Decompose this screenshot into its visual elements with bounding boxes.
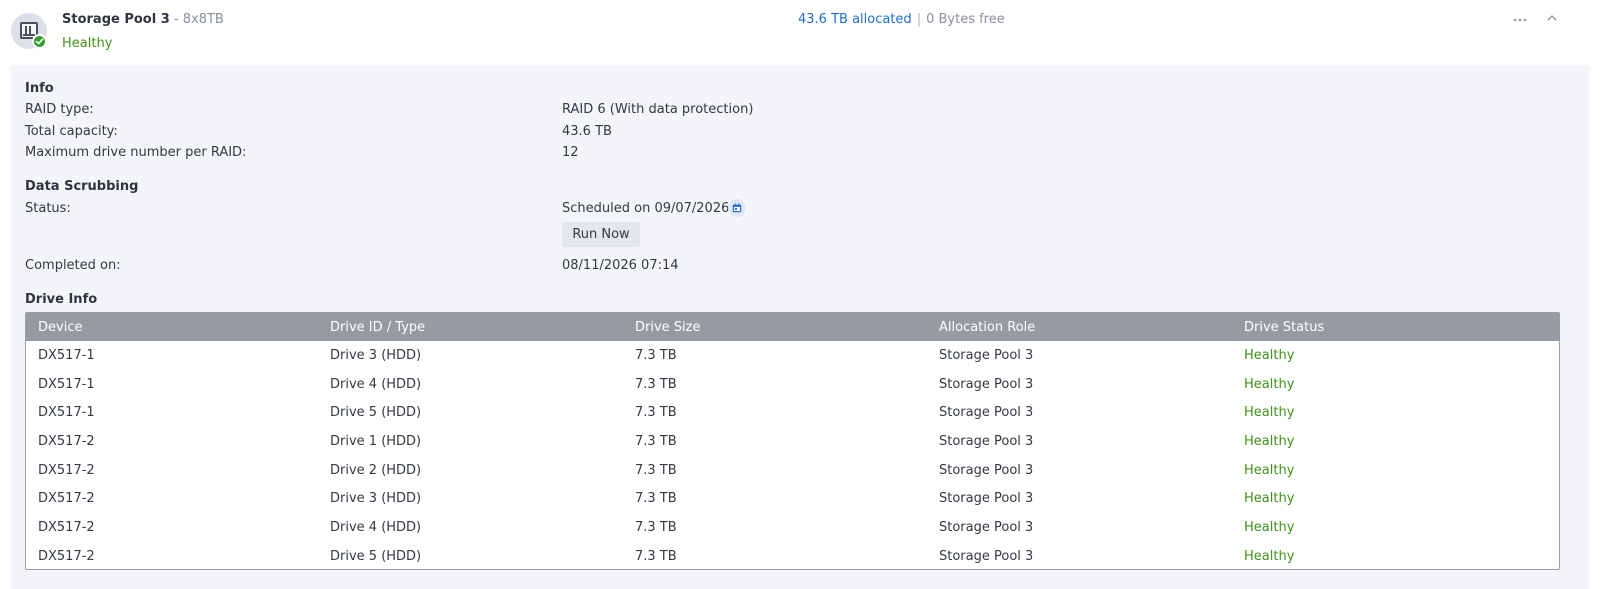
cell-drive-status: Healthy bbox=[1244, 347, 1295, 363]
pool-status: Healthy bbox=[62, 36, 113, 51]
cell-allocation-role: Storage Pool 3 bbox=[939, 519, 1034, 535]
chevron-up-icon[interactable] bbox=[1545, 12, 1559, 24]
cell-drive-status: Healthy bbox=[1244, 519, 1295, 535]
cell-allocation-role: Storage Pool 3 bbox=[939, 548, 1034, 564]
total-capacity-label: Total capacity: bbox=[25, 124, 118, 139]
cell-allocation-role: Storage Pool 3 bbox=[939, 405, 1034, 421]
table-row[interactable]: DX517-1 Drive 5 (HDD) 7.3 TB Storage Poo… bbox=[26, 398, 1559, 427]
table-header: Device Drive ID / Type Drive Size Alloca… bbox=[26, 313, 1559, 341]
table-row[interactable]: DX517-2 Drive 5 (HDD) 7.3 TB Storage Poo… bbox=[26, 542, 1559, 569]
cell-allocation-role: Storage Pool 3 bbox=[939, 462, 1034, 478]
cell-device: DX517-1 bbox=[38, 405, 95, 421]
cell-drive-id: Drive 1 (HDD) bbox=[330, 433, 422, 449]
pool-allocation: 43.6 TB allocated | 0 Bytes free bbox=[798, 12, 1005, 27]
cell-drive-size: 7.3 TB bbox=[635, 347, 677, 363]
info-section-title: Info bbox=[25, 81, 54, 96]
storage-pool-header[interactable]: Storage Pool 3 - 8x8TB Healthy 43.6 TB a… bbox=[0, 0, 1600, 66]
table-row[interactable]: DX517-2 Drive 4 (HDD) 7.3 TB Storage Poo… bbox=[26, 513, 1559, 542]
cell-allocation-role: Storage Pool 3 bbox=[939, 376, 1034, 392]
column-header-device[interactable]: Device bbox=[26, 320, 330, 335]
cell-drive-size: 7.3 TB bbox=[635, 405, 677, 421]
cell-drive-id: Drive 3 (HDD) bbox=[330, 347, 422, 363]
cell-drive-size: 7.3 TB bbox=[635, 376, 677, 392]
column-header-drive-id[interactable]: Drive ID / Type bbox=[330, 320, 635, 335]
cell-drive-status: Healthy bbox=[1244, 433, 1295, 449]
cell-allocation-role: Storage Pool 3 bbox=[939, 491, 1034, 507]
cell-device: DX517-2 bbox=[38, 548, 95, 564]
drive-info-section-title: Drive Info bbox=[25, 292, 98, 307]
drive-info-table: Device Drive ID / Type Drive Size Alloca… bbox=[25, 312, 1560, 570]
completed-on-label: Completed on: bbox=[25, 258, 121, 273]
raid-type-value: RAID 6 (With data protection) bbox=[562, 102, 754, 117]
run-now-button[interactable]: Run Now bbox=[562, 222, 640, 247]
cell-drive-id: Drive 4 (HDD) bbox=[330, 376, 422, 392]
scrubbing-status-label: Status: bbox=[25, 201, 71, 216]
cell-drive-size: 7.3 TB bbox=[635, 462, 677, 478]
cell-device: DX517-2 bbox=[38, 433, 95, 449]
column-header-allocation-role[interactable]: Allocation Role bbox=[939, 320, 1244, 335]
table-row[interactable]: DX517-1 Drive 3 (HDD) 7.3 TB Storage Poo… bbox=[26, 341, 1559, 370]
table-row[interactable]: DX517-1 Drive 4 (HDD) 7.3 TB Storage Poo… bbox=[26, 370, 1559, 399]
completed-on-value: 08/11/2026 07:14 bbox=[562, 258, 679, 273]
cell-drive-id: Drive 5 (HDD) bbox=[330, 405, 422, 421]
cell-allocation-role: Storage Pool 3 bbox=[939, 433, 1034, 449]
cell-allocation-role: Storage Pool 3 bbox=[939, 347, 1034, 363]
free-space: 0 Bytes free bbox=[926, 12, 1005, 27]
total-capacity-value: 43.6 TB bbox=[562, 124, 612, 139]
allocated-link[interactable]: 43.6 TB allocated bbox=[798, 12, 912, 27]
pool-title: Storage Pool 3 - 8x8TB bbox=[62, 12, 224, 27]
cell-drive-id: Drive 4 (HDD) bbox=[330, 519, 422, 535]
pool-spec: 8x8TB bbox=[182, 12, 224, 27]
cell-drive-status: Healthy bbox=[1244, 462, 1295, 478]
ellipsis-icon[interactable] bbox=[1507, 14, 1533, 26]
calendar-icon[interactable] bbox=[728, 199, 746, 217]
max-drive-label: Maximum drive number per RAID: bbox=[25, 145, 247, 160]
scrubbing-section-title: Data Scrubbing bbox=[25, 179, 139, 194]
raid-type-label: RAID type: bbox=[25, 102, 94, 117]
cell-drive-size: 7.3 TB bbox=[635, 519, 677, 535]
cell-drive-size: 7.3 TB bbox=[635, 491, 677, 507]
column-header-drive-status[interactable]: Drive Status bbox=[1244, 320, 1544, 335]
max-drive-value: 12 bbox=[562, 145, 579, 160]
cell-drive-size: 7.3 TB bbox=[635, 548, 677, 564]
cell-device: DX517-2 bbox=[38, 491, 95, 507]
cell-drive-status: Healthy bbox=[1244, 548, 1295, 564]
healthy-check-icon bbox=[32, 34, 47, 49]
column-header-drive-size[interactable]: Drive Size bbox=[635, 320, 939, 335]
cell-drive-status: Healthy bbox=[1244, 376, 1295, 392]
table-row[interactable]: DX517-2 Drive 2 (HDD) 7.3 TB Storage Poo… bbox=[26, 456, 1559, 485]
pool-name: Storage Pool 3 bbox=[62, 12, 170, 27]
pool-title-separator: - bbox=[173, 12, 179, 27]
cell-drive-status: Healthy bbox=[1244, 491, 1295, 507]
scrubbing-status-value: Scheduled on 09/07/2026 bbox=[562, 201, 730, 216]
allocation-divider: | bbox=[916, 12, 922, 27]
cell-device: DX517-2 bbox=[38, 519, 95, 535]
cell-device: DX517-2 bbox=[38, 462, 95, 478]
cell-drive-id: Drive 5 (HDD) bbox=[330, 548, 422, 564]
cell-drive-id: Drive 3 (HDD) bbox=[330, 491, 422, 507]
cell-device: DX517-1 bbox=[38, 376, 95, 392]
cell-drive-status: Healthy bbox=[1244, 405, 1295, 421]
table-row[interactable]: DX517-2 Drive 1 (HDD) 7.3 TB Storage Poo… bbox=[26, 427, 1559, 456]
cell-drive-size: 7.3 TB bbox=[635, 433, 677, 449]
cell-device: DX517-1 bbox=[38, 347, 95, 363]
table-row[interactable]: DX517-2 Drive 3 (HDD) 7.3 TB Storage Poo… bbox=[26, 484, 1559, 513]
cell-drive-id: Drive 2 (HDD) bbox=[330, 462, 422, 478]
